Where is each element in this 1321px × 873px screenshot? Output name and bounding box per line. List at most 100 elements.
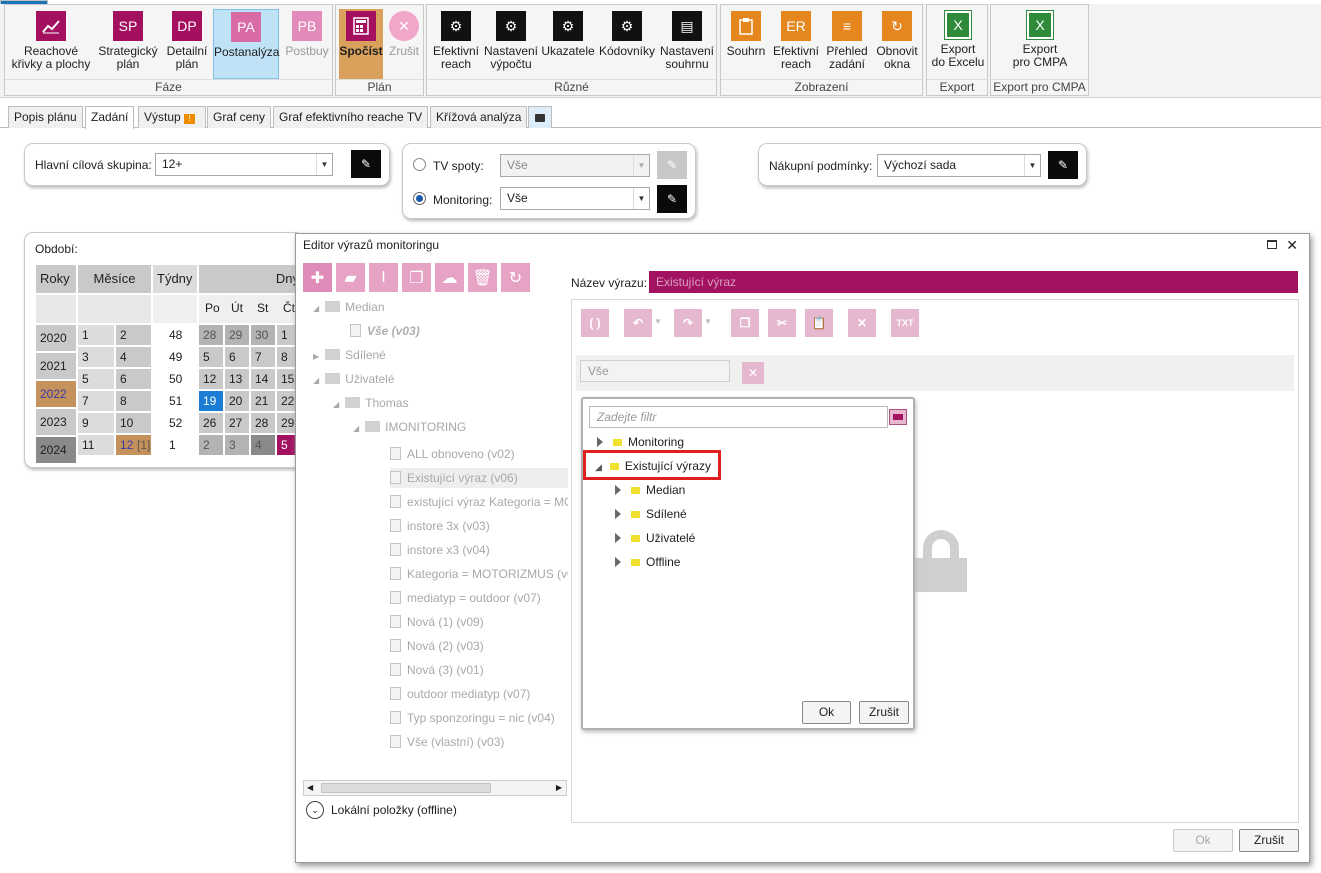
summary-settings-button[interactable]: ▤ Nastavení souhrnu — [658, 11, 716, 71]
tree-node-median[interactable]: ◢ Median — [313, 300, 385, 314]
day-cell[interactable]: 19 — [199, 391, 223, 411]
day-cell[interactable]: 2 — [199, 435, 223, 455]
node-existing-expressions[interactable]: ◢ Existující výrazy — [595, 459, 711, 473]
redo-button[interactable]: ↷ — [674, 309, 702, 337]
scroll-left-icon[interactable]: ◀ — [307, 783, 313, 792]
tree-horizontal-scrollbar[interactable]: ◀ ▶ — [303, 780, 567, 796]
day-cell[interactable]: 30 — [251, 325, 275, 345]
delete-expr-button[interactable]: ✕ — [848, 309, 876, 337]
tree-item[interactable]: instore x3 (v04) — [390, 540, 568, 560]
paste-button[interactable]: 📋 — [805, 309, 833, 337]
tv-spots-radio[interactable] — [413, 158, 426, 171]
tree-item[interactable]: Kategoria = MOTORIZMUS (v0 — [390, 564, 568, 584]
purchase-conditions-select[interactable]: Výchozí sada ▼ — [877, 154, 1041, 177]
parentheses-button[interactable]: ( ) — [581, 309, 609, 337]
tree-item[interactable]: Existující výraz (v06) — [390, 468, 568, 488]
day-cell[interactable]: 28 — [199, 325, 223, 345]
tree-item[interactable]: outdoor mediatyp (v07) — [390, 684, 568, 704]
edit-monitoring-button[interactable]: ✎ — [657, 185, 687, 213]
week-cell[interactable]: 49 — [153, 347, 197, 367]
tree-item[interactable]: Typ sponzoringu = nic (v04) — [390, 708, 568, 728]
expand-local-button[interactable]: ⌄ — [306, 801, 324, 819]
month-cell[interactable]: 11 — [78, 435, 114, 455]
day-cell[interactable]: 14 — [251, 369, 275, 389]
postbuy-button[interactable]: PB Postbuy — [283, 11, 331, 58]
filter-input[interactable]: Zadejte filtr — [589, 406, 888, 428]
day-cell[interactable]: 12 — [199, 369, 223, 389]
tree-item[interactable]: Nová (1) (v09) — [390, 612, 568, 632]
effective-reach-settings-button[interactable]: ⚙ Efektivní reach — [431, 11, 481, 71]
copy-expr-button[interactable]: ❐ — [731, 309, 759, 337]
summary-button[interactable]: Souhrn — [723, 11, 769, 58]
day-cell[interactable]: 28 — [251, 413, 275, 433]
calc-settings-button[interactable]: ⚙ Nastavení výpočtu — [483, 11, 539, 71]
day-cell[interactable]: 6 — [225, 347, 249, 367]
effective-reach-view-button[interactable]: ER Efektivní reach — [771, 11, 821, 71]
day-cell[interactable]: 4 — [251, 435, 275, 455]
input-overview-button[interactable]: ≡ Přehled zadání — [823, 11, 871, 71]
month-cell[interactable]: 3 — [78, 347, 114, 367]
node-offline[interactable]: Offline — [615, 555, 680, 569]
expression-name-input[interactable]: Existující výraz — [649, 271, 1298, 293]
popup-cancel-button[interactable]: Zrušit — [859, 701, 909, 724]
day-cell[interactable]: 3 — [225, 435, 249, 455]
strategic-plan-button[interactable]: SP Strategický plán — [97, 11, 159, 71]
day-cell[interactable]: 13 — [225, 369, 249, 389]
node-monitoring[interactable]: Monitoring — [597, 435, 684, 449]
add-button[interactable]: ✚ — [303, 263, 332, 292]
day-cell[interactable]: 29 — [225, 325, 249, 345]
month-cell[interactable]: 10 — [116, 413, 151, 433]
day-cell[interactable]: 5 — [199, 347, 223, 367]
tab-output[interactable]: Výstup ! — [138, 106, 206, 128]
year-cell[interactable]: 2021 — [36, 353, 76, 379]
year-cell[interactable]: 2023 — [36, 409, 76, 435]
week-cell[interactable]: 50 — [153, 369, 197, 389]
week-cell[interactable]: 51 — [153, 391, 197, 411]
close-icon[interactable]: ✕ — [1286, 234, 1298, 256]
codebooks-button[interactable]: ⚙ Kódovníky — [598, 11, 656, 58]
week-cell[interactable]: 48 — [153, 325, 197, 345]
tab-input[interactable]: Zadání — [85, 106, 135, 129]
upload-button[interactable]: ☁ — [435, 263, 464, 292]
monitoring-radio[interactable] — [413, 192, 426, 205]
clear-filter-button[interactable] — [889, 409, 907, 425]
ok-button[interactable]: Ok — [1173, 829, 1233, 852]
cancel-calc-button[interactable]: ✕ Zrušit — [386, 11, 422, 58]
tab-lock[interactable] — [528, 106, 552, 128]
year-cell[interactable]: 2020 — [36, 325, 76, 351]
day-cell[interactable]: 27 — [225, 413, 249, 433]
month-cell[interactable]: 1 — [78, 325, 114, 345]
tab-plan-description[interactable]: Popis plánu — [8, 106, 83, 128]
tab-effective-reach-chart[interactable]: Graf efektivního reache TV — [273, 106, 429, 128]
target-group-select[interactable]: 12+ ▼ — [155, 153, 333, 176]
cancel-button[interactable]: Zrušit — [1239, 829, 1299, 852]
detailed-plan-button[interactable]: DP Detailní plán — [161, 11, 213, 71]
tab-cross-analysis[interactable]: Křížová analýza — [430, 106, 528, 128]
node-shared[interactable]: Sdílené — [615, 507, 687, 521]
undo-button[interactable]: ↶ — [624, 309, 652, 337]
export-cmpa-button[interactable]: X Export pro CMPA — [1001, 10, 1079, 69]
scroll-right-icon[interactable]: ▶ — [556, 783, 562, 792]
calculate-button[interactable]: Spočíst — [339, 9, 383, 79]
popup-ok-button[interactable]: Ok — [802, 701, 851, 724]
monitoring-select[interactable]: Vše ▼ — [500, 187, 650, 210]
refresh-button[interactable]: ↻ — [501, 263, 530, 292]
tree-node-shared[interactable]: ▶ Sdílené — [313, 348, 386, 362]
month-cell[interactable]: 2 — [116, 325, 151, 345]
rename-button[interactable]: I — [369, 263, 398, 292]
redo-dropdown-icon[interactable]: ▼ — [704, 317, 712, 326]
postanalysis-button[interactable]: PA Postanalýza — [213, 9, 279, 79]
reach-curves-button[interactable]: Reachové křivky a plochy — [9, 11, 93, 71]
delete-button[interactable]: 🗑 — [468, 263, 497, 292]
maximize-icon[interactable] — [1267, 240, 1277, 249]
tree-node-imonitoring[interactable]: ◢ IMONITORING — [353, 420, 466, 434]
day-cell[interactable]: 7 — [251, 347, 275, 367]
tv-spots-select[interactable]: Vše ▼ — [500, 154, 650, 177]
day-cell[interactable]: 21 — [251, 391, 275, 411]
scroll-thumb[interactable] — [321, 783, 491, 793]
txt-button[interactable]: TXT — [891, 309, 919, 337]
day-cell[interactable]: 20 — [225, 391, 249, 411]
tree-node-users[interactable]: ◢ Uživatelé — [313, 372, 395, 386]
month-cell[interactable]: 8 — [116, 391, 151, 411]
month-cell[interactable]: 4 — [116, 347, 151, 367]
